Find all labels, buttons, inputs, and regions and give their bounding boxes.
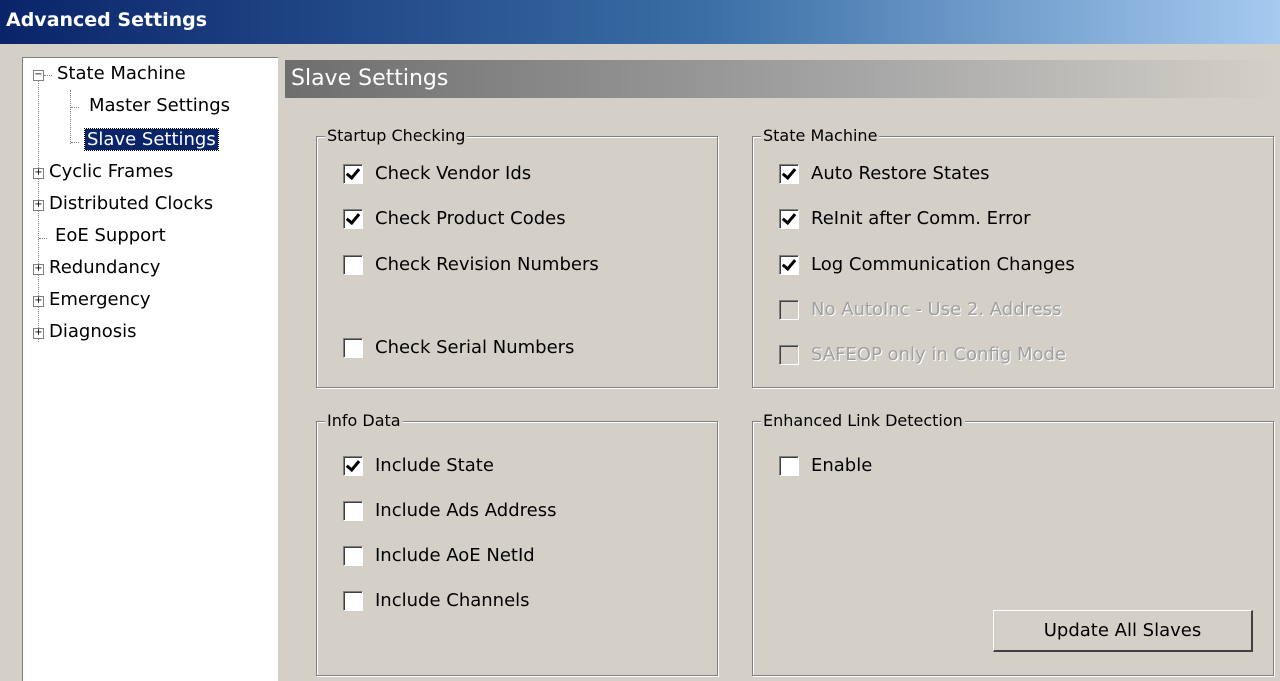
tree-item-distributed-clocks[interactable]: Distributed Clocks (49, 193, 213, 214)
tree-line (71, 107, 79, 108)
checkbox-box[interactable] (343, 254, 363, 275)
checkbox-label: Include AoE NetId (375, 545, 535, 566)
expand-icon[interactable]: + (33, 296, 44, 307)
include-state-checkbox[interactable]: Include State (343, 455, 494, 476)
update-all-slaves-button[interactable]: Update All Slaves (993, 610, 1253, 652)
checkbox-box[interactable] (779, 254, 799, 275)
expand-icon[interactable]: + (33, 200, 44, 211)
startup-checking-group: Startup Checking Check Vendor Ids Check … (316, 126, 718, 388)
tree-item-label: State Machine (57, 63, 186, 84)
settings-tree[interactable]: − State Machine Master Settings Slave Se… (22, 57, 278, 681)
collapse-icon[interactable]: − (33, 70, 44, 81)
checkbox-box[interactable] (343, 455, 363, 476)
group-title: Info Data (325, 411, 403, 430)
tree-item-label: Distributed Clocks (49, 193, 214, 214)
tree-item-label: Slave Settings (84, 128, 219, 151)
window-title-bar: Advanced Settings (0, 0, 1280, 44)
panel-title: Slave Settings (291, 66, 449, 91)
tree-item-state-machine[interactable]: State Machine (57, 63, 186, 84)
checkbox-box[interactable] (343, 163, 363, 184)
checkbox-label: Check Vendor Ids (375, 163, 532, 184)
tree-item-master-settings[interactable]: Master Settings (89, 95, 230, 116)
tree-item-label: Redundancy (49, 257, 161, 278)
tree-line (44, 75, 52, 76)
checkbox-box[interactable] (343, 500, 363, 521)
tree-line (71, 142, 79, 143)
expand-icon[interactable]: + (33, 264, 44, 275)
checkbox-label: Log Communication Changes (811, 254, 1075, 275)
checkbox-label: Enable (811, 455, 873, 476)
group-title: State Machine (761, 126, 880, 145)
panel-header: Slave Settings (285, 60, 1280, 98)
tree-line (70, 90, 71, 144)
checkbox-label: ReInit after Comm. Error (811, 208, 1031, 229)
tree-item-label: Master Settings (89, 95, 231, 116)
tree-item-label: Cyclic Frames (49, 161, 174, 182)
enable-checkbox[interactable]: Enable (779, 455, 872, 476)
check-revision-numbers-checkbox[interactable]: Check Revision Numbers (343, 254, 599, 275)
checkbox-box[interactable] (343, 590, 363, 611)
checkbox-label: Include Channels (375, 590, 530, 611)
checkbox-box (779, 344, 799, 365)
tree-line (39, 238, 47, 239)
no-autoinc-checkbox: No AutoInc - Use 2. Address (779, 299, 1061, 320)
auto-restore-states-checkbox[interactable]: Auto Restore States (779, 163, 990, 184)
checkbox-label: No AutoInc - Use 2. Address (811, 299, 1062, 320)
info-data-group: Info Data Include State Include Ads Addr… (316, 411, 718, 676)
include-channels-checkbox[interactable]: Include Channels (343, 590, 530, 611)
checkbox-label: SAFEOP only in Config Mode (811, 344, 1066, 365)
tree-item-eoe-support[interactable]: EoE Support (55, 225, 166, 246)
checkbox-box[interactable] (343, 337, 363, 358)
tree-item-label: EoE Support (55, 225, 166, 246)
expand-icon[interactable]: + (33, 328, 44, 339)
group-title: Startup Checking (325, 126, 468, 145)
tree-item-redundancy[interactable]: Redundancy (49, 257, 160, 278)
checkbox-box[interactable] (779, 455, 799, 476)
tree-item-label: Emergency (49, 289, 151, 310)
include-ads-address-checkbox[interactable]: Include Ads Address (343, 500, 556, 521)
checkbox-label: Include Ads Address (375, 500, 557, 521)
tree-item-emergency[interactable]: Emergency (49, 289, 151, 310)
include-aoe-netid-checkbox[interactable]: Include AoE NetId (343, 545, 535, 566)
window-title: Advanced Settings (6, 9, 208, 31)
checkbox-label: Auto Restore States (811, 163, 990, 184)
tree-item-cyclic-frames[interactable]: Cyclic Frames (49, 161, 173, 182)
tree-item-diagnosis[interactable]: Diagnosis (49, 321, 137, 342)
checkbox-label: Check Serial Numbers (375, 337, 575, 358)
checkbox-label: Check Product Codes (375, 208, 566, 229)
checkbox-box[interactable] (343, 208, 363, 229)
enhanced-link-detection-group: Enhanced Link Detection Enable Update Al… (752, 411, 1274, 676)
check-product-codes-checkbox[interactable]: Check Product Codes (343, 208, 566, 229)
check-serial-numbers-checkbox[interactable]: Check Serial Numbers (343, 337, 574, 358)
log-communication-changes-checkbox[interactable]: Log Communication Changes (779, 254, 1075, 275)
checkbox-label: Check Revision Numbers (375, 254, 599, 275)
state-machine-group: State Machine Auto Restore States ReInit… (752, 126, 1274, 388)
tree-item-label: Diagnosis (49, 321, 137, 342)
check-vendor-ids-checkbox[interactable]: Check Vendor Ids (343, 163, 531, 184)
safeop-only-config-mode-checkbox: SAFEOP only in Config Mode (779, 344, 1066, 365)
checkbox-box (779, 299, 799, 320)
group-title: Enhanced Link Detection (761, 411, 965, 430)
checkbox-label: Include State (375, 455, 494, 476)
reinit-after-comm-error-checkbox[interactable]: ReInit after Comm. Error (779, 208, 1031, 229)
checkbox-box[interactable] (779, 163, 799, 184)
tree-item-slave-settings[interactable]: Slave Settings (84, 128, 219, 151)
checkbox-box[interactable] (343, 545, 363, 566)
checkbox-box[interactable] (779, 208, 799, 229)
expand-icon[interactable]: + (33, 168, 44, 179)
